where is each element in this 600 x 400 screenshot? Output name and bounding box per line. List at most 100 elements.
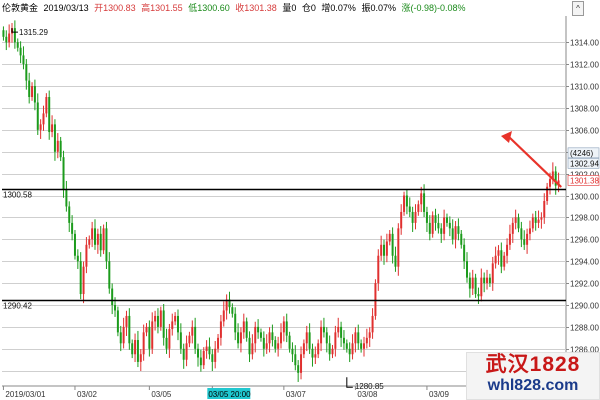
- candle-body: [73, 233, 76, 256]
- candle-body: [320, 326, 323, 344]
- candle-body: [277, 343, 280, 349]
- candle-body: [145, 326, 148, 333]
- candle-body: [108, 261, 111, 289]
- candle-body: [531, 217, 534, 229]
- candle-body: [480, 277, 483, 297]
- candle-body: [79, 261, 82, 295]
- candle-body: [88, 239, 91, 245]
- candle-body: [59, 140, 62, 158]
- candle-body: [308, 332, 311, 349]
- candle-body: [191, 326, 194, 336]
- instrument-name: 伦敦黄金: [2, 3, 39, 13]
- candle-body: [468, 277, 471, 289]
- y-tick-label: 1310.00: [570, 83, 599, 92]
- candle-body: [116, 310, 119, 333]
- candle-body: [56, 140, 59, 152]
- crosshair-time-label: 03/05 20:00: [208, 390, 251, 399]
- candle-body: [68, 206, 71, 223]
- candle-body: [257, 326, 260, 333]
- candle-body: [471, 277, 474, 289]
- candle-body: [219, 321, 222, 338]
- candle-body: [483, 277, 486, 284]
- candle-body: [460, 233, 463, 245]
- candle-body: [136, 340, 139, 362]
- candle-body: [526, 233, 529, 245]
- open-interest: 仓0: [301, 3, 316, 13]
- candle-body: [188, 335, 191, 344]
- candle-body: [102, 228, 105, 251]
- candle-body: [134, 340, 137, 355]
- candle-body: [231, 307, 234, 314]
- quote-header: 伦敦黄金 2019/03/13 开1300.83 高1301.55 低1300.…: [2, 1, 469, 15]
- candle-body: [494, 255, 497, 264]
- candle-body: [208, 346, 211, 355]
- candle-body: [65, 190, 68, 207]
- candle-body: [405, 195, 408, 207]
- volume: 量0: [282, 3, 297, 13]
- y-tick-label: 1306.00: [570, 127, 599, 136]
- candle-body: [345, 343, 348, 349]
- candle-body: [194, 326, 197, 349]
- candle-body: [457, 226, 460, 234]
- level-label: 1290.42: [3, 302, 32, 311]
- candle-body: [425, 211, 428, 223]
- candle-body: [380, 244, 383, 256]
- candle-body: [520, 228, 523, 240]
- right-price-label: (4246): [570, 149, 593, 158]
- candle-body: [411, 211, 414, 223]
- candle-body: [2, 30, 5, 37]
- candle-body: [500, 250, 503, 267]
- candle-body: [351, 343, 354, 355]
- candle-body: [305, 332, 308, 344]
- quote-date: 2019/03/13: [43, 3, 89, 13]
- candle-body: [274, 340, 277, 349]
- candle-body: [431, 215, 434, 234]
- candle-body: [337, 326, 340, 333]
- candle-body: [248, 337, 251, 355]
- x-tick-label: 03/05: [151, 390, 172, 399]
- candle-body: [466, 261, 468, 278]
- candle-body: [477, 294, 480, 297]
- y-tick-label: 1308.00: [570, 105, 599, 114]
- candle-body: [328, 343, 331, 355]
- candle-body: [403, 195, 406, 212]
- candle-body: [314, 354, 317, 358]
- candle-body: [19, 47, 22, 56]
- candle-body: [414, 211, 417, 223]
- candle-body: [294, 354, 297, 366]
- candle-body: [139, 354, 142, 362]
- candle-body: [517, 217, 520, 229]
- y-tick-label: 1288.00: [570, 324, 599, 333]
- candle-body: [300, 354, 303, 373]
- low-price: 低1300.60: [188, 3, 230, 13]
- open-price: 开1300.83: [94, 3, 136, 13]
- candle-body: [488, 277, 491, 284]
- candle-body: [62, 157, 65, 191]
- candle-body: [340, 326, 343, 338]
- candle-body: [125, 315, 128, 327]
- candle-body: [374, 283, 377, 316]
- candle-body: [131, 343, 134, 355]
- y-tick-label: 1314.00: [570, 39, 599, 48]
- candle-body: [245, 321, 248, 338]
- candle-body: [434, 215, 437, 223]
- candle-body: [408, 206, 411, 212]
- candle-body: [486, 277, 489, 284]
- candle-body: [179, 332, 182, 349]
- candle-body: [99, 233, 102, 251]
- candle-body: [13, 28, 16, 43]
- candle-body: [259, 332, 262, 338]
- collapse-toggle-button[interactable]: ^: [572, 1, 584, 16]
- candle-body: [128, 315, 131, 344]
- candle-body: [96, 233, 99, 245]
- candle-body: [76, 255, 79, 262]
- candle-body: [463, 244, 466, 262]
- candle-body: [151, 321, 154, 349]
- candle-body: [451, 228, 454, 240]
- candle-body: [357, 332, 360, 344]
- y-tick-label: 1312.00: [570, 61, 599, 70]
- candle-body: [8, 33, 11, 43]
- candle-body: [48, 97, 51, 133]
- candle-body: [36, 102, 39, 130]
- candle-body: [156, 315, 159, 327]
